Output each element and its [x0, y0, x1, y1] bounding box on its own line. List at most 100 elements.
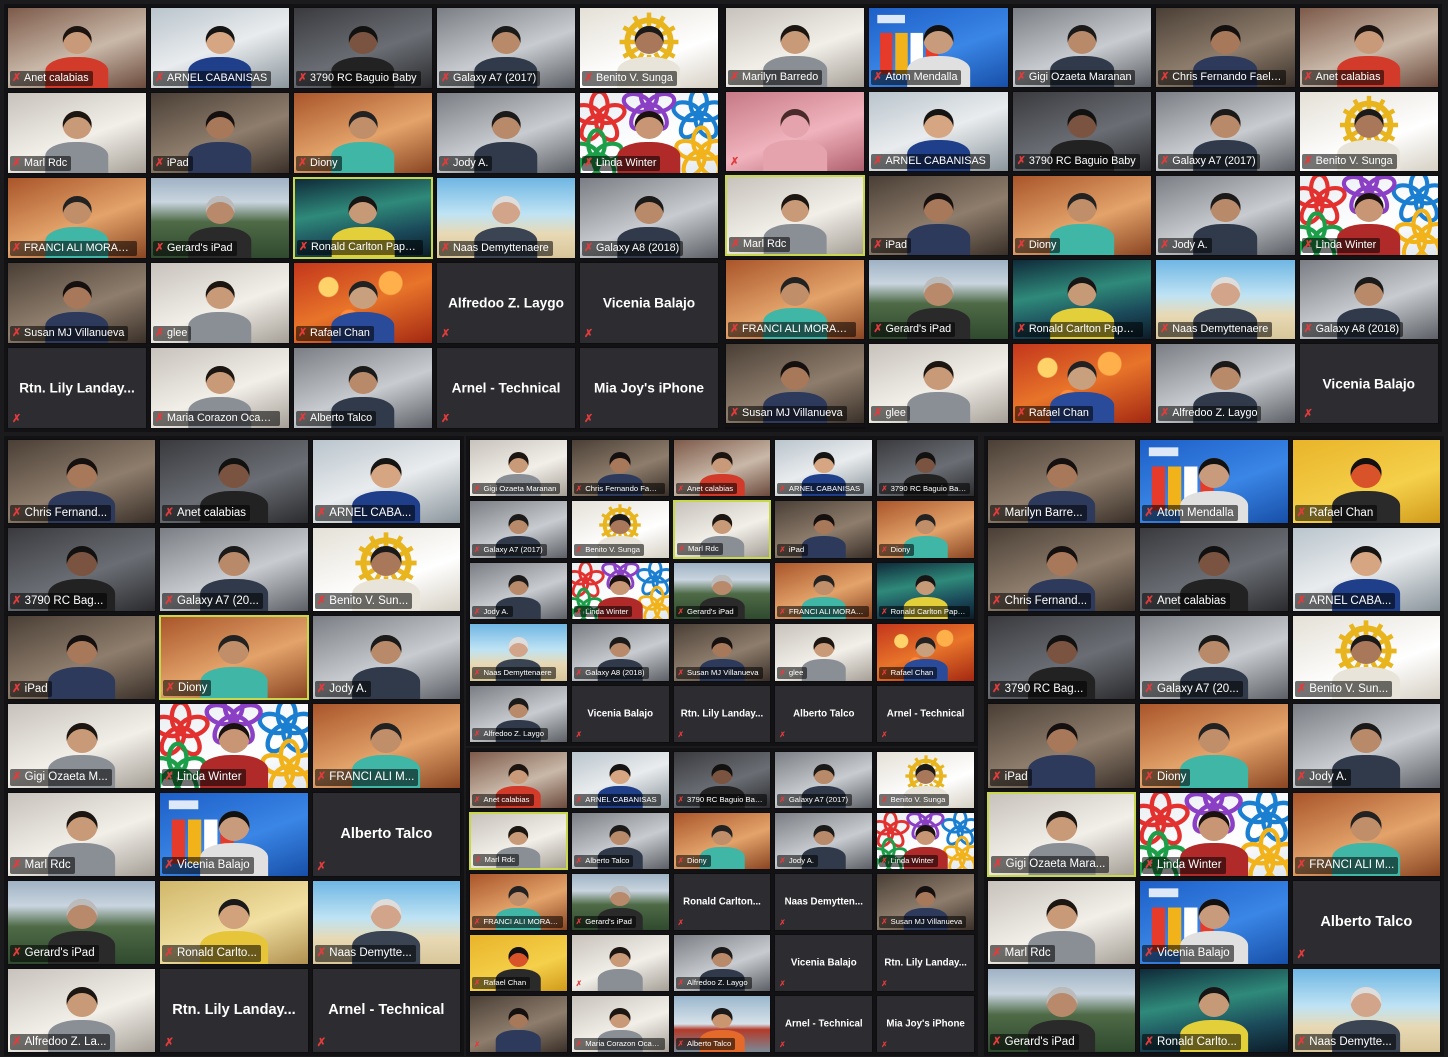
participant-tile[interactable]: ✗ — [570, 934, 670, 992]
participant-tile[interactable]: Arnel - Technical ✗ — [311, 967, 461, 1053]
participant-tile[interactable]: ✗ Anet calabias — [1139, 527, 1289, 613]
participant-tile[interactable]: ✗ Naas Demyttenaere — [1155, 259, 1296, 340]
participant-tile[interactable]: ✗ ARNEL CABANISAS — [774, 439, 874, 498]
participant-tile[interactable]: ✗ 3790 RC Baguio Baby — [876, 439, 975, 498]
participant-tile[interactable]: Vicenia Balajo ✗ — [570, 684, 670, 743]
participant-tile[interactable]: ✗ Galaxy A7 (2017) — [1155, 91, 1296, 172]
participant-tile[interactable]: ✗ Galaxy A7 (2017) — [436, 7, 576, 89]
participant-tile[interactable]: ✗ Marl Rdc — [725, 175, 866, 256]
participant-tile[interactable]: ✗ Marl Rdc — [7, 92, 147, 174]
participant-tile[interactable]: ✗ Linda Winter — [159, 703, 309, 789]
participant-tile[interactable]: ✗ iPad — [150, 92, 290, 174]
participant-tile[interactable]: ✗ Gerard's iPad — [7, 879, 157, 965]
participant-tile[interactable]: ✗ Ronald Carlton Papa Tan — [876, 561, 975, 621]
participant-tile[interactable]: ✗ Gerard's iPad — [672, 561, 772, 621]
participant-tile[interactable]: ✗ FRANCI ALI MORALES — [7, 177, 147, 259]
participant-tile[interactable]: ✗ FRANCI ALI M... — [1291, 791, 1441, 877]
participant-tile[interactable]: ✗ Galaxy A8 (2018) — [579, 177, 719, 259]
participant-tile[interactable]: ✗ Gigi Ozaeta Maranan — [1011, 7, 1153, 88]
participant-tile[interactable]: ✗ — [469, 995, 568, 1053]
participant-tile[interactable]: Alfredoo Z. Laygo ✗ — [436, 262, 576, 344]
participant-tile[interactable]: ✗ Maria Corazon Ocam... — [150, 347, 290, 429]
participant-tile[interactable]: ✗ Susan MJ Villanueva — [876, 873, 975, 931]
participant-tile[interactable]: ✗ Susan MJ Villanueva — [7, 262, 147, 344]
participant-tile[interactable]: ✗ Benito V. Sunga — [1298, 91, 1439, 172]
participant-tile[interactable]: ✗ Marl Rdc — [469, 812, 568, 870]
participant-tile[interactable]: ✗ Naas Demytte... — [311, 879, 461, 965]
participant-tile[interactable]: ✗ 3790 RC Bag... — [7, 527, 157, 613]
participant-tile[interactable]: Rtn. Lily Landay...✗ — [7, 347, 147, 429]
participant-tile[interactable]: ✗ Vicenia Balajo — [159, 791, 309, 877]
participant-tile[interactable]: ✗ Linda Winter — [1298, 175, 1439, 256]
participant-tile[interactable]: ✗ ARNEL CABA... — [311, 439, 461, 525]
participant-tile[interactable]: ✗ ARNEL CABANISAS — [868, 91, 1009, 172]
participant-tile[interactable]: Rtn. Lily Landay...✗ — [876, 934, 975, 992]
participant-tile[interactable]: ✗ Linda Winter — [1139, 791, 1289, 877]
participant-tile[interactable]: Alberto Talco ✗ — [774, 684, 874, 743]
participant-tile[interactable]: ✗ Diony — [876, 500, 975, 559]
participant-tile[interactable]: ✗ Alfredoo Z. La... — [7, 967, 157, 1053]
participant-tile[interactable]: ✗ Anet calabias — [7, 7, 147, 89]
participant-tile[interactable]: ✗ Marl Rdc — [987, 879, 1137, 965]
participant-tile[interactable]: ✗ iPad — [868, 175, 1009, 256]
participant-tile[interactable]: ✗ Gerard's iPad — [150, 177, 290, 259]
participant-tile[interactable]: ✗ Ronald Carlto... — [1139, 967, 1289, 1053]
participant-tile[interactable]: ✗ ARNEL CABANISAS — [570, 751, 670, 809]
participant-tile[interactable]: ✗ FRANCI ALI MORALES — [725, 259, 866, 340]
participant-tile[interactable]: ✗ Rafael Chan — [1291, 439, 1441, 525]
participant-tile[interactable]: ✗ Jody A. — [436, 92, 576, 174]
participant-tile[interactable]: ✗ Rafael Chan — [1011, 343, 1153, 424]
participant-tile[interactable]: Mia Joy's iPhone ✗ — [876, 995, 975, 1053]
participant-tile[interactable]: ✗ 3790 RC Baguio Baby — [1011, 91, 1153, 172]
participant-tile[interactable]: ✗ Galaxy A8 (2018) — [1298, 259, 1439, 340]
participant-tile[interactable]: Rtn. Lily Landay...✗ — [159, 967, 309, 1053]
participant-tile[interactable]: Vicenia Balajo ✗ — [1298, 343, 1439, 424]
participant-tile[interactable]: ✗ Benito V. Sunga — [876, 751, 975, 809]
participant-tile[interactable]: Ronald Carlton... ✗ — [672, 873, 772, 931]
participant-tile[interactable]: ✗ Marilyn Barre... — [987, 439, 1137, 525]
participant-tile[interactable]: ✗ Diony — [293, 92, 433, 174]
participant-tile[interactable]: Rtn. Lily Landay...✗ — [725, 427, 866, 429]
participant-tile[interactable]: ✗ Atom Mendalla — [868, 7, 1009, 88]
participant-tile[interactable]: ✗ Jody A. — [1291, 703, 1441, 789]
participant-tile[interactable]: ✗ iPad — [774, 500, 874, 559]
participant-tile[interactable]: ✗ 3790 RC Baguio Baby — [672, 751, 772, 809]
participant-tile[interactable]: ✗ Gerard's iPad — [987, 967, 1137, 1053]
participant-tile[interactable]: ✗ Chris Fernando Faelnar — [570, 439, 670, 498]
participant-tile[interactable]: ✗ Naas Demyttenaere — [436, 177, 576, 259]
participant-tile[interactable]: ✗ Diony — [1139, 703, 1289, 789]
participant-tile[interactable]: ✗ Diony — [1011, 175, 1153, 256]
participant-tile[interactable]: ✗ glee — [150, 262, 290, 344]
participant-tile[interactable]: ✗ iPad — [987, 703, 1137, 789]
participant-tile[interactable]: ✗ Chris Fernando Faelnar — [1155, 7, 1296, 88]
participant-tile[interactable]: ✗ glee — [868, 343, 1009, 424]
participant-tile[interactable]: ✗ Ronald Carlton Papa Tan — [1011, 259, 1153, 340]
participant-tile[interactable]: ✗ Marilyn Barredo — [725, 7, 866, 88]
participant-tile[interactable]: ✗ 3790 RC Baguio Baby — [293, 7, 433, 89]
participant-tile[interactable]: ✗ Gigi Ozaeta Mara... — [987, 791, 1137, 877]
participant-tile[interactable]: ✗ Rafael Chan — [469, 934, 568, 992]
participant-tile[interactable]: ✗ Maria Corazon Ocam... — [570, 995, 670, 1053]
participant-tile[interactable]: Mia Joy's iPhone ✗ — [579, 347, 719, 429]
participant-tile[interactable]: ✗ Diony — [159, 615, 309, 701]
participant-tile[interactable]: Arnel - Technical ✗ — [436, 347, 576, 429]
participant-tile[interactable]: Arnel - Technical ✗ — [774, 995, 874, 1053]
participant-tile[interactable]: ✗ Linda Winter — [876, 812, 975, 870]
participant-tile[interactable]: ✗ Rafael Chan — [876, 623, 975, 682]
participant-tile[interactable]: ✗ Naas Demytte... — [1291, 967, 1441, 1053]
participant-tile[interactable]: Alberto Talco ✗ — [1291, 879, 1441, 965]
participant-tile[interactable]: ✗ FRANCI ALI M... — [311, 703, 461, 789]
participant-tile[interactable]: ✗ Alberto Talco — [672, 995, 772, 1053]
participant-tile[interactable]: Vicenia Balajo ✗ — [579, 262, 719, 344]
participant-tile[interactable]: ✗ Alberto Talco — [293, 347, 433, 429]
participant-tile[interactable]: ✗ Atom Mendalla — [1139, 439, 1289, 525]
participant-tile[interactable]: ✗ Benito V. Sun... — [311, 527, 461, 613]
participant-tile[interactable]: ✗ iPad — [7, 615, 157, 701]
participant-tile[interactable]: ✗ Jody A. — [311, 615, 461, 701]
participant-tile[interactable]: ✗ Galaxy A8 (2018) — [570, 623, 670, 682]
participant-tile[interactable]: ✗ Galaxy A7 (20... — [1139, 615, 1289, 701]
participant-tile[interactable]: Rtn. Lily Landay...✗ — [672, 684, 772, 743]
participant-tile[interactable]: ✗ Linda Winter — [570, 561, 670, 621]
participant-tile[interactable]: ✗ Alfredoo Z. Laygo — [672, 934, 772, 992]
participant-tile[interactable]: ✗ Jody A. — [774, 812, 874, 870]
